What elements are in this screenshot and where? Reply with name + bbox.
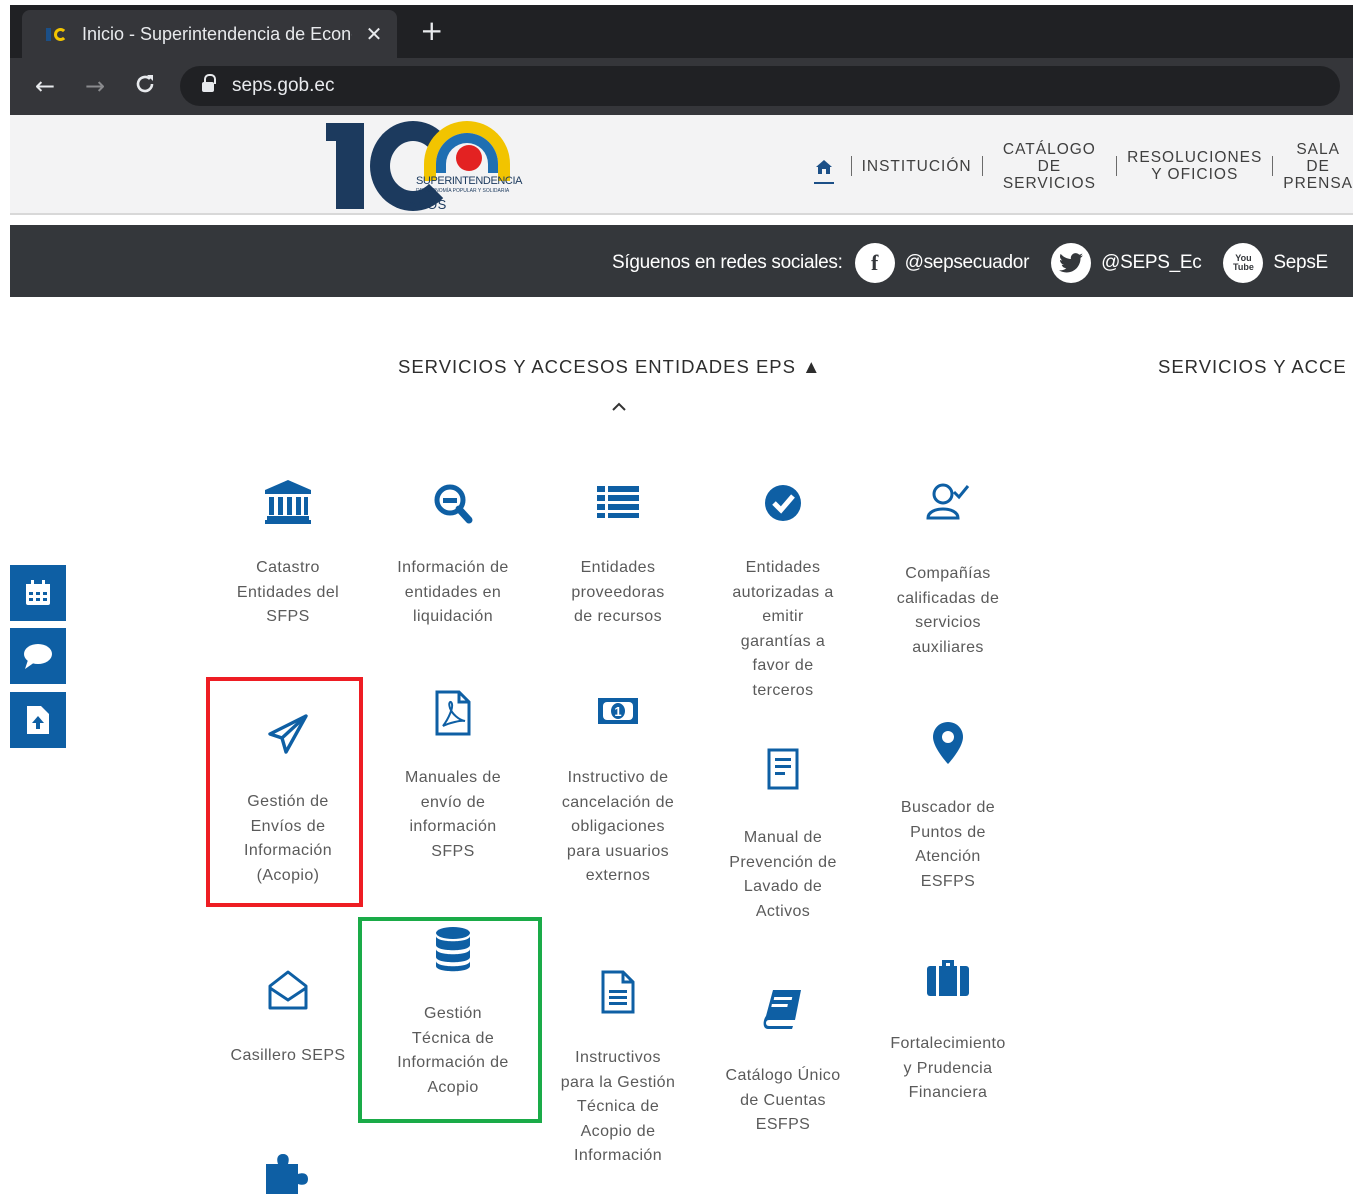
- logo-text-subtitle: DE ECONOMÍA POPULAR Y SOLIDARIA: [416, 188, 510, 194]
- envelope-open-icon: [213, 968, 363, 1016]
- highlight-box-red: [206, 677, 363, 907]
- tile-label: Buscador de Puntos de Atención ESFPS: [900, 799, 996, 890]
- twitter-link[interactable]: @SEPS_Ec: [1101, 252, 1202, 274]
- tile-label: Catastro Entidades del SFPS: [236, 559, 340, 625]
- new-tab-button[interactable]: +: [420, 17, 443, 45]
- tab-title: Inicio - Superintendencia de Economía Po…: [82, 23, 352, 44]
- document-icon: [708, 748, 858, 796]
- site-favicon-icon: [44, 25, 72, 43]
- list-icon: [543, 480, 693, 528]
- nav-separator: [981, 156, 983, 176]
- nav-item-catalogo-servicios[interactable]: CATÁLOGO DE SERVICIOS: [993, 141, 1107, 192]
- file-upload-icon: [27, 706, 49, 734]
- browser-tab[interactable]: Inicio - Superintendencia de Economía Po…: [22, 10, 397, 58]
- url-text: seps.gob.ec: [232, 75, 335, 96]
- tile-catalogo-unico-cuentas[interactable]: Catálogo Único de Cuentas ESFPS: [708, 988, 858, 1138]
- tab-close-icon[interactable]: ✕: [364, 22, 384, 46]
- book-icon: [708, 988, 858, 1036]
- tile-label: Instructivos para la Gestión Técnica de …: [560, 1049, 676, 1164]
- logo-text-superintendencia: SUPERINTENDENCIA: [416, 175, 523, 187]
- nav-separator: [850, 156, 852, 176]
- section-title-second[interactable]: SERVICIOS Y ACCE: [1158, 356, 1347, 378]
- briefcase-icon: [873, 956, 1023, 1004]
- nav-item-resoluciones[interactable]: RESOLUCIONES Y OFICIOS: [1127, 149, 1262, 183]
- tile-casillero-seps[interactable]: Casillero SEPS: [213, 968, 363, 1069]
- nav-separator: [1272, 156, 1274, 176]
- user-check-icon: [873, 480, 1023, 528]
- tile-entidades-proveedoras[interactable]: Entidades proveedoras de recursos: [543, 480, 693, 630]
- tile-entidades-garantias[interactable]: Entidades autorizadas a emitir garantías…: [708, 480, 858, 703]
- pdf-file-icon: [378, 690, 528, 738]
- youtube-icon[interactable]: You Tube: [1223, 243, 1264, 283]
- check-circle-icon: [708, 480, 858, 528]
- facebook-icon[interactable]: f: [854, 243, 895, 283]
- address-bar[interactable]: seps.gob.ec: [180, 66, 1340, 106]
- tile-label: Información de entidades en liquidación: [397, 559, 509, 625]
- tile-label: Catálogo Único de Cuentas ESFPS: [725, 1067, 841, 1133]
- lock-icon: [202, 74, 216, 93]
- top-navigation: INSTITUCIÓN CATÁLOGO DE SERVICIOS RESOLU…: [814, 141, 1353, 192]
- search-minus-icon: [378, 480, 528, 528]
- tile-companias-calificadas[interactable]: Compañías calificadas de servicios auxil…: [873, 480, 1023, 660]
- upload-file-button[interactable]: [10, 692, 66, 748]
- tile-fortalecimiento-prudencia[interactable]: Fortalecimiento y Prudencia Financiera: [873, 956, 1023, 1106]
- logo-text-anos: AÑOS: [408, 197, 447, 212]
- file-text-icon: [543, 970, 693, 1018]
- nav-separator: [1116, 156, 1118, 176]
- twitter-icon[interactable]: [1051, 243, 1092, 283]
- tile-label: Compañías calificadas de servicios auxil…: [896, 565, 1000, 656]
- tile-label: Fortalecimiento y Prudencia Financiera: [890, 1035, 1006, 1101]
- highlight-box-green: [358, 917, 542, 1123]
- browser-chrome: Inicio - Superintendencia de Economía Po…: [10, 5, 1353, 115]
- tile-label: Entidades proveedoras de recursos: [571, 559, 665, 625]
- money-bill-icon: 1: [543, 690, 693, 738]
- chat-bubble-icon: [24, 644, 52, 669]
- social-bar: Síguenos en redes sociales: f @sepsecuad…: [10, 225, 1353, 297]
- facebook-link[interactable]: @sepsecuador: [905, 252, 1030, 274]
- youtube-link[interactable]: SepsE: [1273, 252, 1328, 274]
- tile-label: Casillero SEPS: [230, 1047, 346, 1064]
- tile-label: Manuales de envío de información SFPS: [404, 769, 502, 860]
- tile-label: Manual de Prevención de Lavado de Activo…: [729, 829, 837, 920]
- tile-instructivo-cancelacion[interactable]: 1 Instructivo de cancelación de obligaci…: [543, 690, 693, 889]
- nav-item-sala-prensa[interactable]: SALA DE PRENSA: [1283, 141, 1353, 192]
- social-label: Síguenos en redes sociales:: [612, 252, 843, 273]
- map-pin-icon: [873, 720, 1023, 768]
- tile-informacion-liquidacion[interactable]: Información de entidades en liquidación: [378, 480, 528, 630]
- puzzle-piece-icon: [213, 1152, 363, 1200]
- tile-catastro-entidades[interactable]: Catastro Entidades del SFPS: [213, 480, 363, 630]
- nav-item-institucion[interactable]: INSTITUCIÓN: [862, 158, 972, 175]
- tile-label: Entidades autorizadas a emitir garantías…: [732, 559, 834, 699]
- reload-button[interactable]: [130, 72, 160, 102]
- site-header: SUPERINTENDENCIA DE ECONOMÍA POPULAR Y S…: [10, 115, 1353, 215]
- back-button[interactable]: ←: [30, 72, 60, 100]
- seps-10-years-logo[interactable]: SUPERINTENDENCIA DE ECONOMÍA POPULAR Y S…: [326, 117, 532, 213]
- chevron-up-icon[interactable]: [611, 400, 627, 412]
- forward-button[interactable]: →: [80, 72, 110, 100]
- tile-label: Instructivo de cancelación de obligacion…: [561, 769, 675, 884]
- home-icon[interactable]: [814, 156, 834, 184]
- chat-button[interactable]: [10, 628, 66, 684]
- tile-manual-prevencion-lavado[interactable]: Manual de Prevención de Lavado de Activo…: [708, 748, 858, 924]
- svg-text:1: 1: [614, 704, 621, 719]
- section-title-eps[interactable]: SERVICIOS Y ACCESOS ENTIDADES EPS ▲: [398, 356, 821, 378]
- browser-toolbar: ← → seps.gob.ec: [10, 58, 1353, 115]
- tile-manuales-envio[interactable]: Manuales de envío de información SFPS: [378, 690, 528, 864]
- calendar-icon: [26, 580, 50, 605]
- calendar-button[interactable]: [10, 565, 66, 621]
- reload-icon: [136, 75, 154, 93]
- tile-instructivos-gestion-tecnica[interactable]: Instructivos para la Gestión Técnica de …: [543, 970, 693, 1169]
- tile-buscador-puntos-atencion[interactable]: Buscador de Puntos de Atención ESFPS: [873, 720, 1023, 894]
- tile-puzzle-partial[interactable]: [213, 1152, 363, 1200]
- bank-icon: [213, 480, 363, 528]
